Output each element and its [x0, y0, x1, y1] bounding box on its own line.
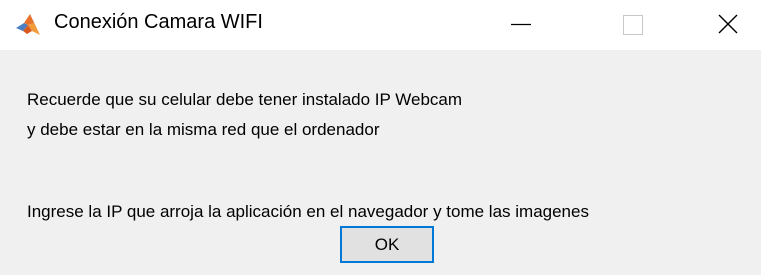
- close-button[interactable]: [698, 0, 758, 50]
- message-line-2: y debe estar en la misma red que el orde…: [27, 120, 380, 139]
- minimize-button[interactable]: [491, 0, 551, 50]
- ok-button[interactable]: OK: [340, 226, 434, 263]
- title-bar[interactable]: Conexión Camara WIFI: [0, 0, 761, 50]
- maximize-button[interactable]: [603, 0, 663, 50]
- window-title: Conexión Camara WIFI: [54, 11, 263, 33]
- dialog-window: Conexión Camara WIFI Recuerde que su cel…: [0, 0, 761, 275]
- message-line-3: Ingrese la IP que arroja la aplicación e…: [27, 202, 589, 221]
- message-line-1: Recuerde que su celular debe tener insta…: [27, 90, 463, 109]
- matlab-icon: [15, 13, 41, 37]
- dialog-content: Recuerde que su celular debe tener insta…: [0, 50, 761, 275]
